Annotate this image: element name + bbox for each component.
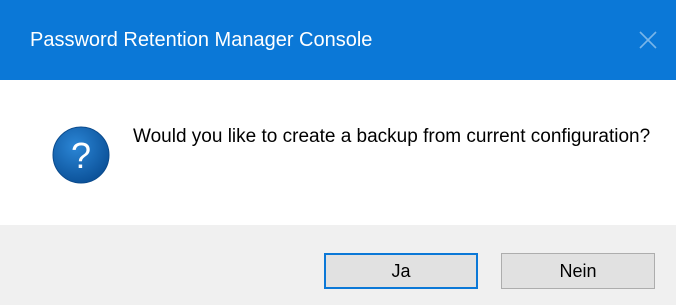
message-area: ? Would you like to create a backup from… xyxy=(0,80,676,225)
yes-button[interactable]: Ja xyxy=(324,253,478,289)
window-title: Password Retention Manager Console xyxy=(30,29,373,51)
no-button[interactable]: Nein xyxy=(501,253,655,289)
svg-text:?: ? xyxy=(71,135,91,176)
close-icon[interactable] xyxy=(634,26,662,54)
message-text: Would you like to create a backup from c… xyxy=(133,126,651,147)
title-bar[interactable]: Password Retention Manager Console xyxy=(0,0,676,80)
question-icon: ? xyxy=(51,125,111,185)
dialog-window: Password Retention Manager Console ? Wou xyxy=(0,0,676,305)
button-bar: Ja Nein xyxy=(0,225,676,305)
